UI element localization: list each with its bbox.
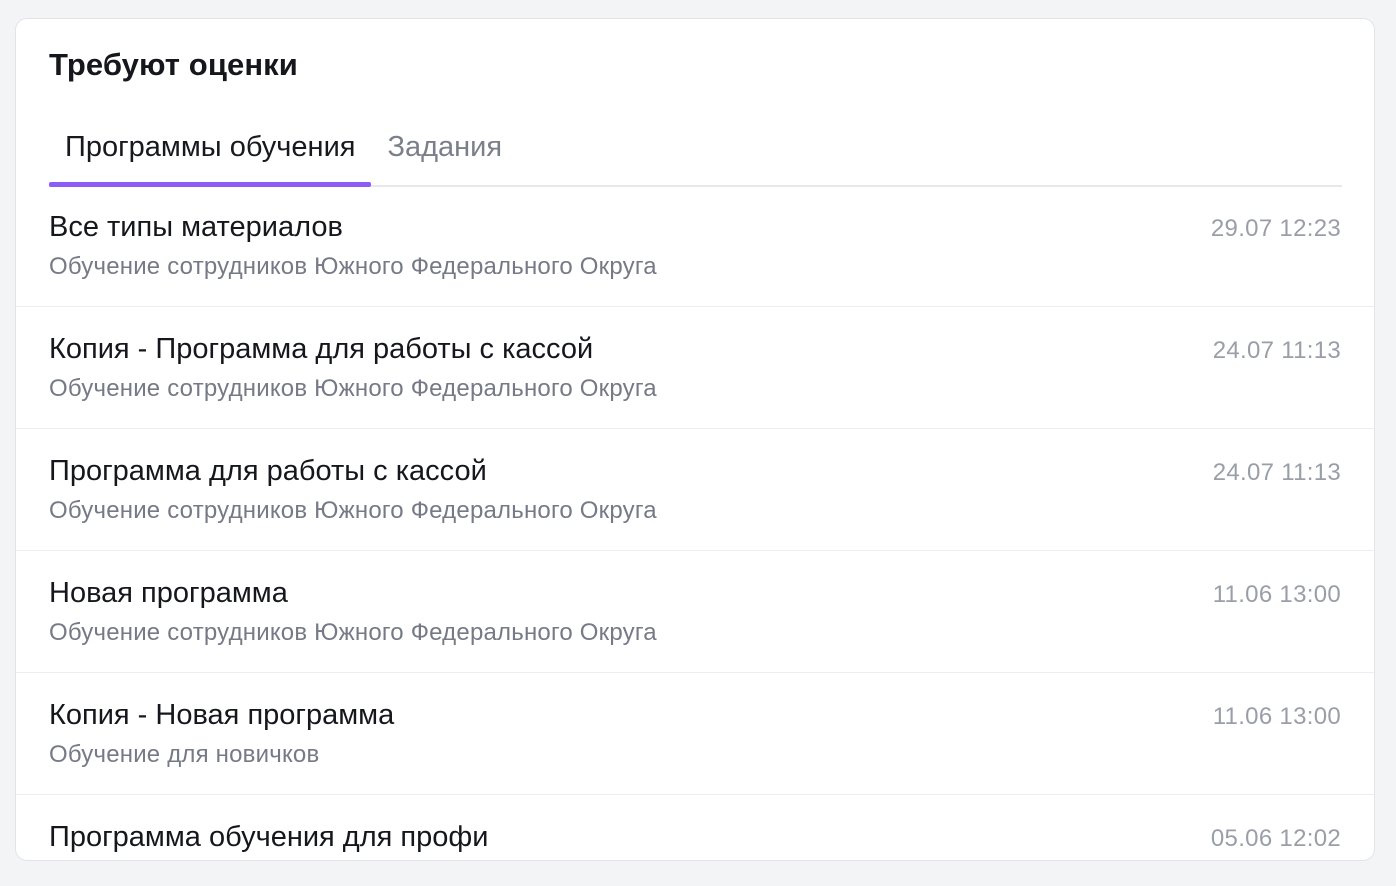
review-list: Все типы материалов Обучение сотрудников… [16,185,1374,860]
item-date: 29.07 12:23 [1210,215,1341,242]
tab-programs[interactable]: Программы обучения [49,123,372,187]
list-item[interactable]: Копия - Программа для работы с кассой Об… [16,307,1374,429]
item-subtitle: Обучение сотрудников Южного Федерального… [49,375,657,402]
item-date: 11.06 13:00 [1212,581,1341,608]
tab-programs-label: Программы обучения [65,131,356,163]
item-date: 05.06 12:02 [1210,825,1341,852]
item-title: Копия - Новая программа [49,699,395,731]
review-card: Требуют оценки Программы обучения Задани… [15,18,1375,861]
list-item[interactable]: Программа для работы с кассой Обучение с… [16,429,1374,551]
list-item[interactable]: Программа обучения для профи 05.06 12:02 [16,795,1374,860]
list-item[interactable]: Новая программа Обучение сотрудников Южн… [16,551,1374,673]
item-subtitle: Обучение сотрудников Южного Федерального… [49,497,657,524]
list-item[interactable]: Копия - Новая программа Обучение для нов… [16,673,1374,795]
card-title: Требуют оценки [49,47,298,82]
item-title: Все типы материалов [49,211,343,243]
item-title: Программа для работы с кассой [49,455,487,487]
item-date: 24.07 11:13 [1212,459,1341,486]
list-item[interactable]: Все типы материалов Обучение сотрудников… [16,185,1374,307]
item-subtitle: Обучение сотрудников Южного Федерального… [49,619,657,646]
tab-tasks[interactable]: Задания [371,123,518,185]
page-background-strip [0,862,1396,886]
item-title: Программа обучения для профи [49,821,489,853]
tab-tasks-label: Задания [387,131,503,163]
item-subtitle: Обучение для новичков [49,741,320,768]
item-subtitle: Обучение сотрудников Южного Федерального… [49,253,657,280]
item-date: 24.07 11:13 [1212,337,1341,364]
tab-bar: Программы обучения Задания [49,123,1342,187]
item-title: Новая программа [49,577,288,609]
item-title: Копия - Программа для работы с кассой [49,333,594,365]
item-date: 11.06 13:00 [1212,703,1341,730]
